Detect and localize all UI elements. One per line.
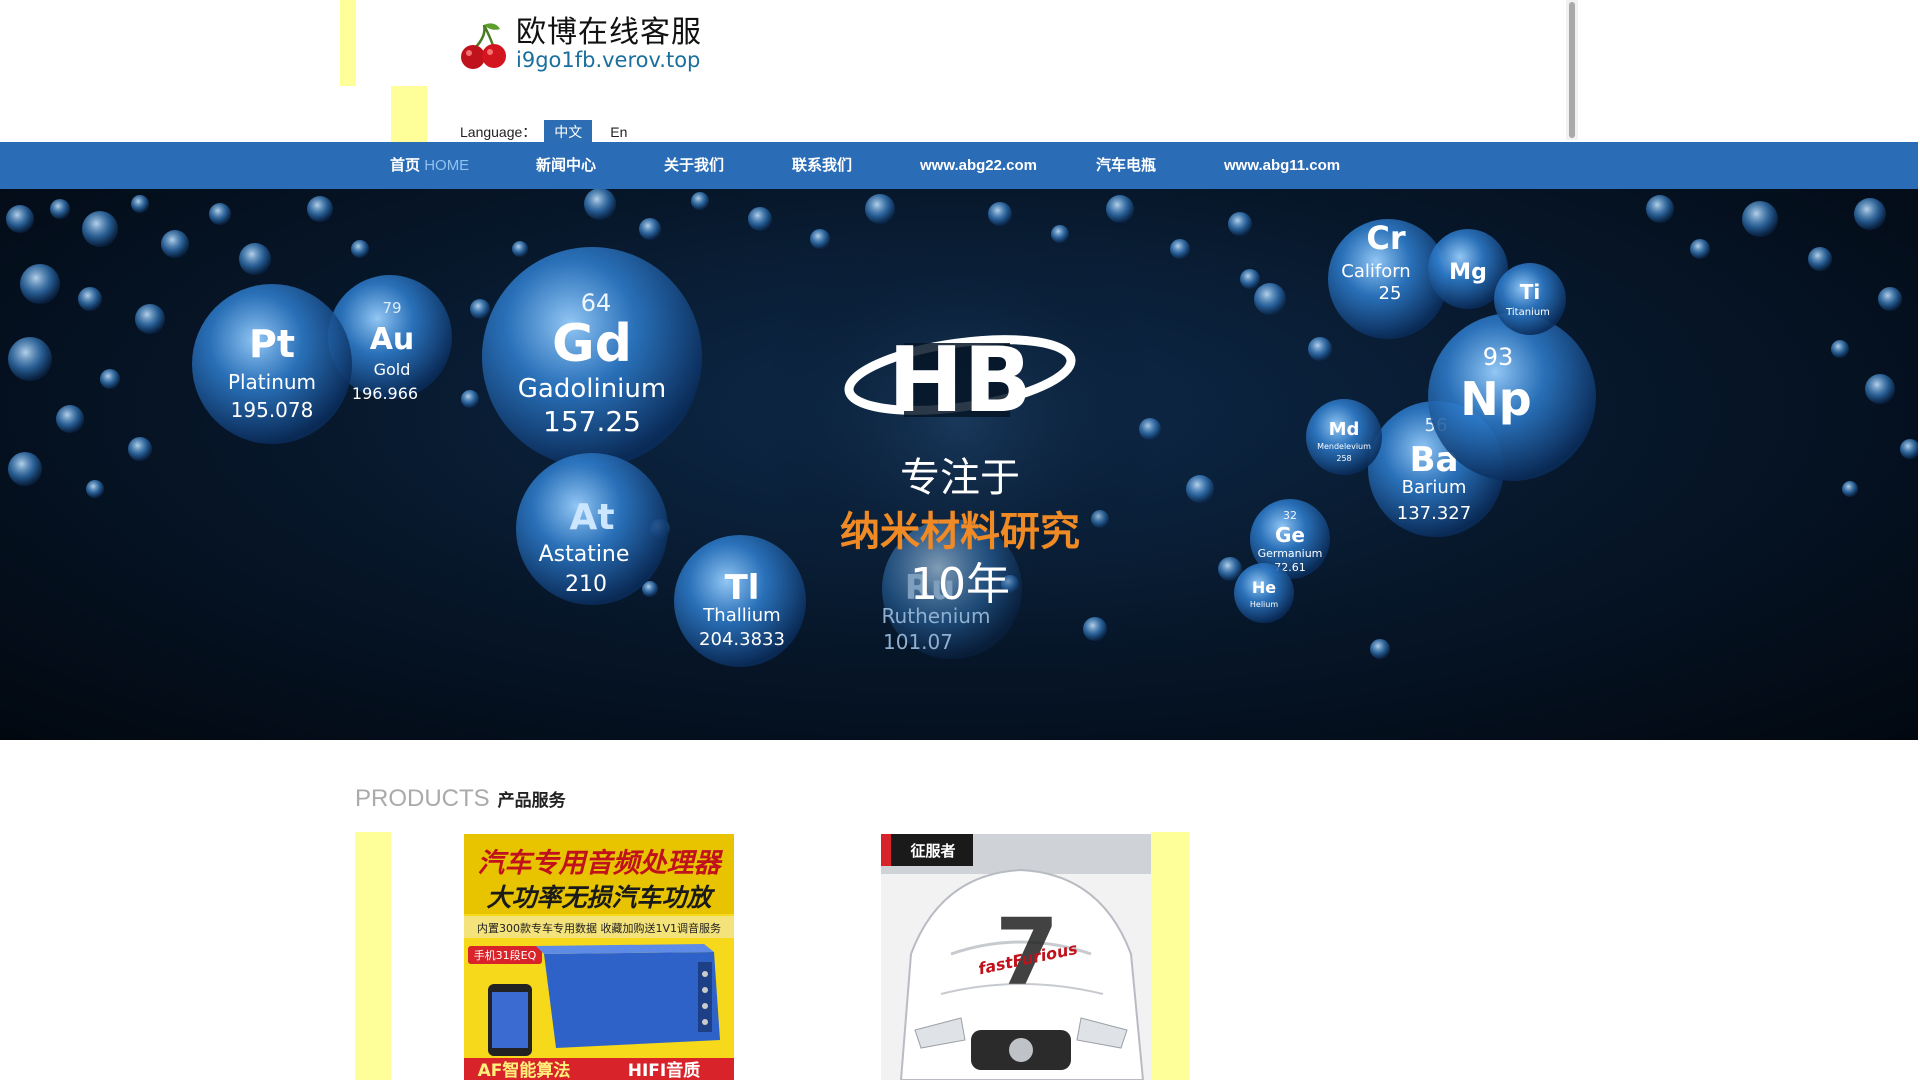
main-nav: 首页 HOME 新闻中心 关于我们 联系我们 www.abg22.com 汽车电…	[0, 142, 1918, 189]
svg-text:210: 210	[565, 572, 607, 597]
svg-text:AF智能算法: AF智能算法	[478, 1060, 571, 1080]
product-card-audio-processor[interactable]: 汽车专用音频处理器 大功率无损汽车功放 内置300款专车专用数据 收藏加购送1V…	[464, 834, 734, 1080]
svg-text:Barium: Barium	[1402, 477, 1467, 498]
svg-text:204.3833: 204.3833	[699, 629, 785, 650]
svg-text:大功率无损汽车功放: 大功率无损汽车功放	[486, 883, 715, 912]
decor-strip	[1151, 832, 1189, 1080]
frame-scrollbar[interactable]	[1566, 0, 1578, 140]
svg-text:Md: Md	[1329, 419, 1360, 440]
svg-text:Ti: Ti	[1520, 280, 1541, 304]
hero-banner[interactable]: 64 Gd Gadolinium 157.25 79 Au Gold 196.9…	[0, 189, 1918, 740]
nav-item-about[interactable]: 关于我们	[664, 142, 724, 189]
nav-item-label: 首页	[390, 157, 421, 174]
svg-text:Ge: Ge	[1275, 523, 1305, 547]
svg-text:Pt: Pt	[249, 322, 295, 366]
svg-text:137.327: 137.327	[1397, 503, 1471, 524]
svg-text:93: 93	[1483, 343, 1514, 371]
svg-text:HIFI音质: HIFI音质	[628, 1060, 701, 1080]
element-tl-bubble: Tl Thallium 204.3833	[674, 535, 806, 667]
nav-item-abg11[interactable]: www.abg11.com	[1224, 142, 1340, 189]
decor-strip	[355, 832, 391, 1080]
nav-item-abg22[interactable]: www.abg22.com	[920, 142, 1037, 189]
element-name: Gadolinium	[518, 374, 666, 404]
svg-text:195.078: 195.078	[231, 398, 314, 422]
svg-text:Tl: Tl	[725, 568, 760, 608]
svg-text:手机31段EQ: 手机31段EQ	[474, 948, 537, 962]
element-ti-bubble: Ti Titanium	[1494, 263, 1566, 335]
svg-text:Mendelevium: Mendelevium	[1317, 442, 1371, 451]
banner-slogan-line1: 专注于	[900, 455, 1020, 501]
site-title: 欧博在线客服	[516, 15, 702, 50]
element-gd-bubble: 64 Gd Gadolinium 157.25	[482, 247, 702, 467]
svg-text:Mg: Mg	[1449, 260, 1487, 285]
language-option-zh[interactable]: 中文	[544, 120, 593, 144]
svg-text:Gold: Gold	[374, 360, 411, 379]
svg-text:196.966: 196.966	[352, 384, 418, 403]
element-np-bubble: 93 Np	[1428, 313, 1596, 481]
svg-text:汽车专用音频处理器: 汽车专用音频处理器	[478, 848, 724, 879]
element-he-bubble: He Helium	[1234, 563, 1294, 623]
decor-strip	[391, 86, 427, 142]
svg-text:Astatine: Astatine	[539, 542, 630, 567]
products-heading: PRODUCTS 产品服务	[355, 785, 566, 813]
product-card-car-decal[interactable]: 7 fastFurious 征服者	[881, 834, 1151, 1080]
products-heading-en: PRODUCTS	[355, 785, 490, 812]
nav-item-home[interactable]: 首页 HOME	[390, 142, 469, 189]
nav-item-sublabel: HOME	[424, 157, 470, 174]
svg-text:征服者: 征服者	[910, 842, 955, 860]
element-symbol: Gd	[552, 314, 632, 374]
nav-item-contact[interactable]: 联系我们	[792, 142, 852, 189]
svg-text:Platinum: Platinum	[228, 370, 316, 394]
svg-text:Helium: Helium	[1250, 600, 1278, 609]
svg-text:32: 32	[1283, 509, 1297, 522]
svg-text:He: He	[1252, 578, 1276, 597]
products-heading-cn: 产品服务	[497, 791, 566, 811]
element-at-bubble: At Astatine 210	[516, 453, 668, 605]
svg-text:258: 258	[1336, 454, 1351, 463]
svg-text:内置300款专车专用数据 收藏加购送1V1调音服务: 内置300款专车专用数据 收藏加购送1V1调音服务	[477, 921, 721, 935]
site-logo[interactable]: 欧博在线客服 i9go1fb.verov.top	[458, 18, 702, 71]
language-label: Language：	[460, 124, 537, 140]
element-number: 64	[581, 289, 612, 317]
banner-slogan-line3: 10年	[910, 559, 1010, 610]
decor-strip	[340, 0, 356, 86]
svg-text:101.07: 101.07	[883, 630, 953, 654]
cherry-icon	[458, 19, 510, 71]
svg-text:Thallium: Thallium	[702, 605, 780, 626]
svg-text:Np: Np	[1460, 372, 1531, 426]
svg-text:At: At	[569, 497, 614, 538]
language-option-en[interactable]: En	[600, 122, 637, 142]
svg-text:25: 25	[1379, 283, 1402, 304]
element-mass: 157.25	[543, 405, 641, 438]
element-md-bubble: Md Mendelevium 258	[1306, 399, 1382, 475]
svg-text:Titanium: Titanium	[1505, 307, 1550, 318]
svg-text:Cr: Cr	[1366, 219, 1405, 257]
site-domain: i9go1fb.verov.top	[516, 48, 701, 72]
language-switcher: Language： 中文 En	[460, 120, 637, 144]
svg-text:79: 79	[382, 299, 401, 317]
banner-slogan-line2: 纳米材料研究	[840, 509, 1080, 555]
element-pt-bubble: Pt Platinum 195.078	[192, 284, 352, 444]
nav-item-news[interactable]: 新闻中心	[536, 142, 596, 189]
svg-text:Californ: Californ	[1341, 261, 1410, 282]
svg-text:Au: Au	[370, 322, 415, 357]
svg-text:HB: HB	[888, 328, 1032, 433]
svg-text:Germanium: Germanium	[1258, 547, 1323, 560]
frame-scrollbar-thumb[interactable]	[1569, 2, 1575, 138]
nav-item-car-battery[interactable]: 汽车电瓶	[1096, 142, 1156, 189]
